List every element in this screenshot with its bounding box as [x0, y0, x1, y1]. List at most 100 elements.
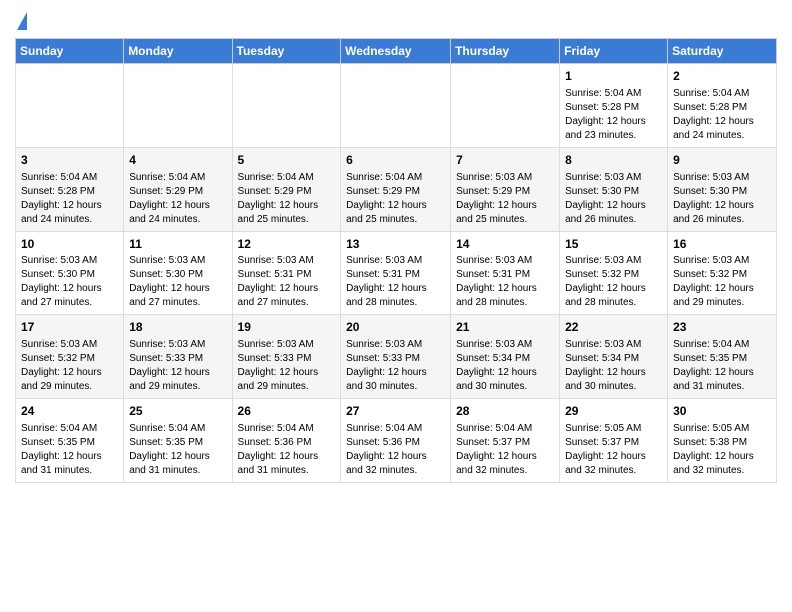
- day-info: Sunset: 5:35 PM: [129, 436, 226, 450]
- day-info: Daylight: 12 hours and 32 minutes.: [346, 450, 445, 478]
- day-info: Daylight: 12 hours and 29 minutes.: [238, 366, 336, 394]
- day-number: 10: [21, 236, 118, 253]
- day-info: Sunset: 5:32 PM: [565, 268, 662, 282]
- day-header-friday: Friday: [560, 39, 668, 64]
- day-info: Sunset: 5:36 PM: [238, 436, 336, 450]
- day-info: Daylight: 12 hours and 28 minutes.: [456, 282, 554, 310]
- day-info: Daylight: 12 hours and 28 minutes.: [565, 282, 662, 310]
- calendar-cell: 27Sunrise: 5:04 AMSunset: 5:36 PMDayligh…: [341, 399, 451, 483]
- day-info: Daylight: 12 hours and 29 minutes.: [129, 366, 226, 394]
- day-header-monday: Monday: [124, 39, 232, 64]
- day-info: Sunset: 5:28 PM: [673, 101, 771, 115]
- day-info: Sunset: 5:34 PM: [565, 352, 662, 366]
- day-info: Daylight: 12 hours and 32 minutes.: [673, 450, 771, 478]
- calendar-cell: 29Sunrise: 5:05 AMSunset: 5:37 PMDayligh…: [560, 399, 668, 483]
- day-info: Sunrise: 5:03 AM: [565, 171, 662, 185]
- day-header-saturday: Saturday: [668, 39, 777, 64]
- page-header: [15, 10, 777, 30]
- day-info: Sunrise: 5:04 AM: [673, 87, 771, 101]
- day-info: Daylight: 12 hours and 30 minutes.: [456, 366, 554, 394]
- day-number: 24: [21, 403, 118, 420]
- day-info: Sunset: 5:35 PM: [673, 352, 771, 366]
- calendar-cell: 8Sunrise: 5:03 AMSunset: 5:30 PMDaylight…: [560, 147, 668, 231]
- calendar-week-row: 1Sunrise: 5:04 AMSunset: 5:28 PMDaylight…: [16, 64, 777, 148]
- day-info: Daylight: 12 hours and 27 minutes.: [238, 282, 336, 310]
- calendar-cell: 2Sunrise: 5:04 AMSunset: 5:28 PMDaylight…: [668, 64, 777, 148]
- day-header-tuesday: Tuesday: [232, 39, 341, 64]
- day-number: 8: [565, 152, 662, 169]
- calendar-cell: 20Sunrise: 5:03 AMSunset: 5:33 PMDayligh…: [341, 315, 451, 399]
- day-info: Daylight: 12 hours and 32 minutes.: [456, 450, 554, 478]
- day-info: Daylight: 12 hours and 24 minutes.: [129, 199, 226, 227]
- day-number: 28: [456, 403, 554, 420]
- calendar-cell: 13Sunrise: 5:03 AMSunset: 5:31 PMDayligh…: [341, 231, 451, 315]
- day-info: Sunrise: 5:04 AM: [129, 422, 226, 436]
- day-info: Daylight: 12 hours and 25 minutes.: [456, 199, 554, 227]
- day-info: Sunrise: 5:03 AM: [238, 254, 336, 268]
- day-number: 30: [673, 403, 771, 420]
- calendar-cell: 23Sunrise: 5:04 AMSunset: 5:35 PMDayligh…: [668, 315, 777, 399]
- calendar-cell: 14Sunrise: 5:03 AMSunset: 5:31 PMDayligh…: [451, 231, 560, 315]
- day-info: Sunrise: 5:03 AM: [21, 338, 118, 352]
- calendar-cell: 4Sunrise: 5:04 AMSunset: 5:29 PMDaylight…: [124, 147, 232, 231]
- day-info: Sunrise: 5:04 AM: [129, 171, 226, 185]
- calendar-cell: [16, 64, 124, 148]
- day-info: Sunset: 5:31 PM: [346, 268, 445, 282]
- day-number: 7: [456, 152, 554, 169]
- day-number: 29: [565, 403, 662, 420]
- day-info: Sunset: 5:32 PM: [673, 268, 771, 282]
- day-info: Sunrise: 5:04 AM: [21, 171, 118, 185]
- day-info: Daylight: 12 hours and 28 minutes.: [346, 282, 445, 310]
- day-info: Sunrise: 5:03 AM: [129, 254, 226, 268]
- day-number: 26: [238, 403, 336, 420]
- day-info: Sunset: 5:37 PM: [456, 436, 554, 450]
- day-info: Sunset: 5:29 PM: [238, 185, 336, 199]
- day-info: Sunrise: 5:03 AM: [565, 254, 662, 268]
- day-info: Sunrise: 5:03 AM: [346, 254, 445, 268]
- calendar-cell: 12Sunrise: 5:03 AMSunset: 5:31 PMDayligh…: [232, 231, 341, 315]
- day-info: Sunrise: 5:04 AM: [346, 171, 445, 185]
- calendar-table: SundayMondayTuesdayWednesdayThursdayFrid…: [15, 38, 777, 483]
- day-info: Sunrise: 5:03 AM: [673, 254, 771, 268]
- day-info: Sunrise: 5:03 AM: [456, 254, 554, 268]
- day-info: Daylight: 12 hours and 31 minutes.: [129, 450, 226, 478]
- calendar-cell: 5Sunrise: 5:04 AMSunset: 5:29 PMDaylight…: [232, 147, 341, 231]
- logo: [15, 16, 27, 30]
- day-info: Daylight: 12 hours and 23 minutes.: [565, 115, 662, 143]
- day-info: Sunset: 5:33 PM: [238, 352, 336, 366]
- day-number: 25: [129, 403, 226, 420]
- day-info: Sunset: 5:37 PM: [565, 436, 662, 450]
- day-info: Daylight: 12 hours and 29 minutes.: [673, 282, 771, 310]
- day-header-sunday: Sunday: [16, 39, 124, 64]
- calendar-cell: 24Sunrise: 5:04 AMSunset: 5:35 PMDayligh…: [16, 399, 124, 483]
- calendar-cell: 15Sunrise: 5:03 AMSunset: 5:32 PMDayligh…: [560, 231, 668, 315]
- day-number: 16: [673, 236, 771, 253]
- day-info: Sunrise: 5:04 AM: [346, 422, 445, 436]
- day-number: 27: [346, 403, 445, 420]
- calendar-cell: 6Sunrise: 5:04 AMSunset: 5:29 PMDaylight…: [341, 147, 451, 231]
- day-info: Daylight: 12 hours and 31 minutes.: [21, 450, 118, 478]
- calendar-cell: 9Sunrise: 5:03 AMSunset: 5:30 PMDaylight…: [668, 147, 777, 231]
- logo-triangle-icon: [17, 12, 27, 30]
- day-info: Daylight: 12 hours and 24 minutes.: [673, 115, 771, 143]
- calendar-week-row: 10Sunrise: 5:03 AMSunset: 5:30 PMDayligh…: [16, 231, 777, 315]
- day-info: Sunset: 5:29 PM: [346, 185, 445, 199]
- calendar-cell: [232, 64, 341, 148]
- day-info: Sunrise: 5:03 AM: [238, 338, 336, 352]
- day-info: Sunset: 5:30 PM: [565, 185, 662, 199]
- day-info: Sunrise: 5:04 AM: [238, 422, 336, 436]
- day-number: 4: [129, 152, 226, 169]
- day-info: Sunrise: 5:04 AM: [238, 171, 336, 185]
- day-info: Sunset: 5:33 PM: [346, 352, 445, 366]
- day-number: 17: [21, 319, 118, 336]
- day-info: Daylight: 12 hours and 29 minutes.: [21, 366, 118, 394]
- day-info: Sunset: 5:31 PM: [238, 268, 336, 282]
- calendar-cell: 26 Sunrise: 5:04 AMSunset: 5:36 PMDayligh…: [232, 399, 341, 483]
- calendar-cell: 19Sunrise: 5:03 AMSunset: 5:33 PMDayligh…: [232, 315, 341, 399]
- day-info: Sunset: 5:28 PM: [21, 185, 118, 199]
- day-number: 3: [21, 152, 118, 169]
- day-info: Daylight: 12 hours and 31 minutes.: [673, 366, 771, 394]
- day-info: Sunrise: 5:04 AM: [21, 422, 118, 436]
- day-info: Sunrise: 5:04 AM: [565, 87, 662, 101]
- day-info: Daylight: 12 hours and 31 minutes.: [238, 450, 336, 478]
